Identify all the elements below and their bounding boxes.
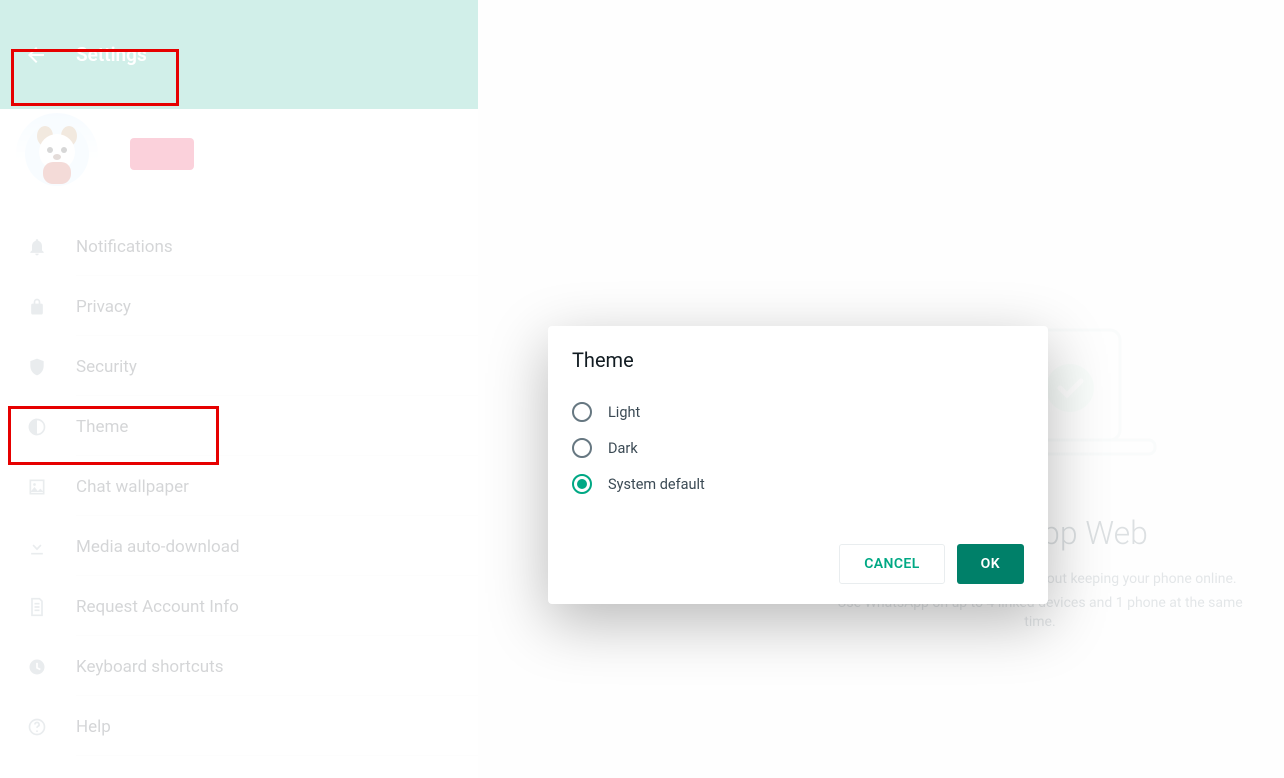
app-root: Settings Notifications [0, 0, 1284, 778]
option-label: Dark [608, 440, 638, 457]
theme-option-system-default[interactable]: System default [572, 466, 1024, 502]
theme-option-dark[interactable]: Dark [572, 430, 1024, 466]
theme-dialog: Theme Light Dark System default CANCEL O… [548, 326, 1048, 604]
ok-button[interactable]: OK [957, 544, 1024, 584]
radio-icon [572, 438, 592, 458]
dialog-actions: CANCEL OK [572, 544, 1024, 584]
dialog-title: Theme [572, 348, 1024, 372]
option-label: Light [608, 404, 640, 421]
radio-icon [572, 474, 592, 494]
radio-icon [572, 402, 592, 422]
option-label: System default [608, 476, 705, 493]
cancel-button[interactable]: CANCEL [839, 544, 944, 584]
theme-option-light[interactable]: Light [572, 394, 1024, 430]
